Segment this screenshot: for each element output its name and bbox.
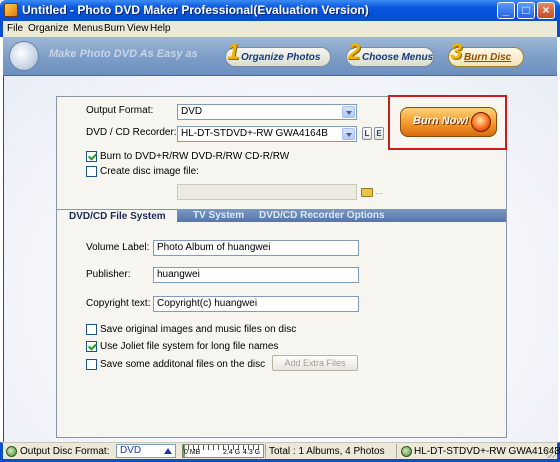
workflow-banner: Make Photo DVD As Easy as 1 Organize Pho… [3, 37, 557, 76]
step-choose-menus[interactable]: 2 Choose Menus [346, 39, 436, 71]
chevron-down-icon [342, 128, 355, 140]
copyright-label: Copyright text: [86, 298, 151, 309]
maximize-button[interactable]: □ [517, 2, 535, 19]
menu-file[interactable]: File [7, 23, 23, 34]
gauge-label-max: 4.3 G [243, 449, 261, 456]
volume-label-label: Volume Label: [86, 242, 150, 253]
menu-burn[interactable]: Burn [104, 23, 125, 34]
step-organize-photos[interactable]: 1 Organize Photos [225, 39, 333, 71]
add-extra-files-button[interactable]: Add Extra Files [272, 355, 358, 371]
gauge-label-0: 0 MB [184, 449, 201, 456]
disc-logo-icon [9, 41, 39, 71]
status-bar: Output Disc Format: DVD 0 MB 2.4 G 4.3 G… [0, 442, 560, 462]
disc-capacity-gauge: 0 MB 2.4 G 4.3 G [182, 444, 264, 458]
step-label: Organize Photos [241, 52, 321, 63]
additional-files-checkbox[interactable] [86, 359, 97, 370]
additional-files-label: Save some additonal files on the disc [100, 359, 266, 370]
window-title: Untitled - Photo DVD Maker Professional(… [22, 3, 369, 17]
step-label: Burn Disc [464, 52, 512, 63]
close-button[interactable]: × [537, 2, 555, 19]
publisher-label: Publisher: [86, 269, 131, 280]
burn-settings-panel: Output Format: DVD DVD / CD Recorder: HL… [56, 95, 507, 438]
drive-icon [401, 446, 412, 457]
title-bar: Untitled - Photo DVD Maker Professional(… [0, 0, 560, 21]
tab-strip: DVD/CD File System TV System DVD/CD Reco… [57, 209, 506, 222]
gauge-label-mid: 2.4 G [223, 449, 241, 456]
volume-label-field[interactable]: Photo Album of huangwei [153, 240, 359, 256]
save-originals-label: Save original images and music files on … [100, 324, 297, 335]
resize-grip[interactable] [546, 448, 556, 458]
flame-icon [471, 112, 491, 132]
output-disc-format-label: Output Disc Format: [20, 446, 110, 457]
step-burn-disc[interactable]: 3 Burn Disc [448, 39, 524, 71]
menu-organize[interactable]: Organize [28, 23, 69, 34]
folder-icon[interactable] [361, 188, 373, 197]
step-number: 1 [227, 39, 240, 64]
chevron-down-icon [342, 106, 355, 118]
banner-slogan: Make Photo DVD As Easy as [49, 48, 198, 60]
publisher-field[interactable]: huangwei [153, 267, 359, 283]
output-disc-format-select[interactable]: DVD [116, 444, 176, 458]
output-format-select[interactable]: DVD [177, 104, 357, 120]
joliet-checkbox[interactable] [86, 341, 97, 352]
menu-menus[interactable]: Menus [73, 23, 103, 34]
app-icon [4, 3, 18, 17]
create-image-label: Create disc image file: [100, 166, 199, 177]
burn-to-disc-label: Burn to DVD+R/RW DVD-R/RW CD-R/RW [100, 151, 290, 162]
recorder-label: DVD / CD Recorder: [86, 127, 177, 138]
step-number: 2 [348, 39, 361, 64]
main-area: Output Format: DVD DVD / CD Recorder: HL… [3, 76, 558, 442]
menu-bar: File Organize Menus Burn View Help [0, 21, 560, 37]
minimize-button[interactable]: _ [497, 2, 515, 19]
menu-help[interactable]: Help [150, 23, 171, 34]
triangle-up-icon [164, 448, 172, 454]
copyright-field[interactable]: Copyright(c) huangwei [153, 296, 359, 312]
recorder-l-button[interactable]: L [362, 127, 372, 140]
create-image-checkbox[interactable] [86, 166, 97, 177]
burn-now-label: Burn Now! [413, 115, 469, 127]
menu-view[interactable]: View [127, 23, 149, 34]
step-label: Choose Menus [362, 52, 434, 63]
tab-dvd-cd-file-system[interactable]: DVD/CD File System [57, 209, 177, 222]
image-path-field[interactable] [177, 184, 357, 200]
recorder-e-button[interactable]: E [374, 127, 384, 140]
joliet-label: Use Joliet file system for long file nam… [100, 341, 279, 352]
drive-name: HL-DT-STDVD+-RW GWA4164B [414, 446, 560, 457]
tab-tv-system[interactable]: TV System [177, 209, 244, 222]
output-format-label: Output Format: [86, 105, 154, 116]
save-originals-checkbox[interactable] [86, 324, 97, 335]
burn-now-frame: Burn Now! [388, 95, 507, 150]
tab-recorder-options[interactable]: DVD/CD Recorder Options [243, 209, 403, 222]
recorder-select[interactable]: HL-DT-STDVD+-RW GWA4164B [177, 126, 357, 142]
project-summary: Total : 1 Albums, 4 Photos [269, 446, 385, 457]
disc-status-icon [6, 446, 17, 457]
burn-to-disc-checkbox[interactable] [86, 151, 97, 162]
browse-dots: ... [375, 186, 383, 196]
step-number: 3 [450, 39, 463, 64]
burn-now-button[interactable]: Burn Now! [400, 107, 497, 137]
